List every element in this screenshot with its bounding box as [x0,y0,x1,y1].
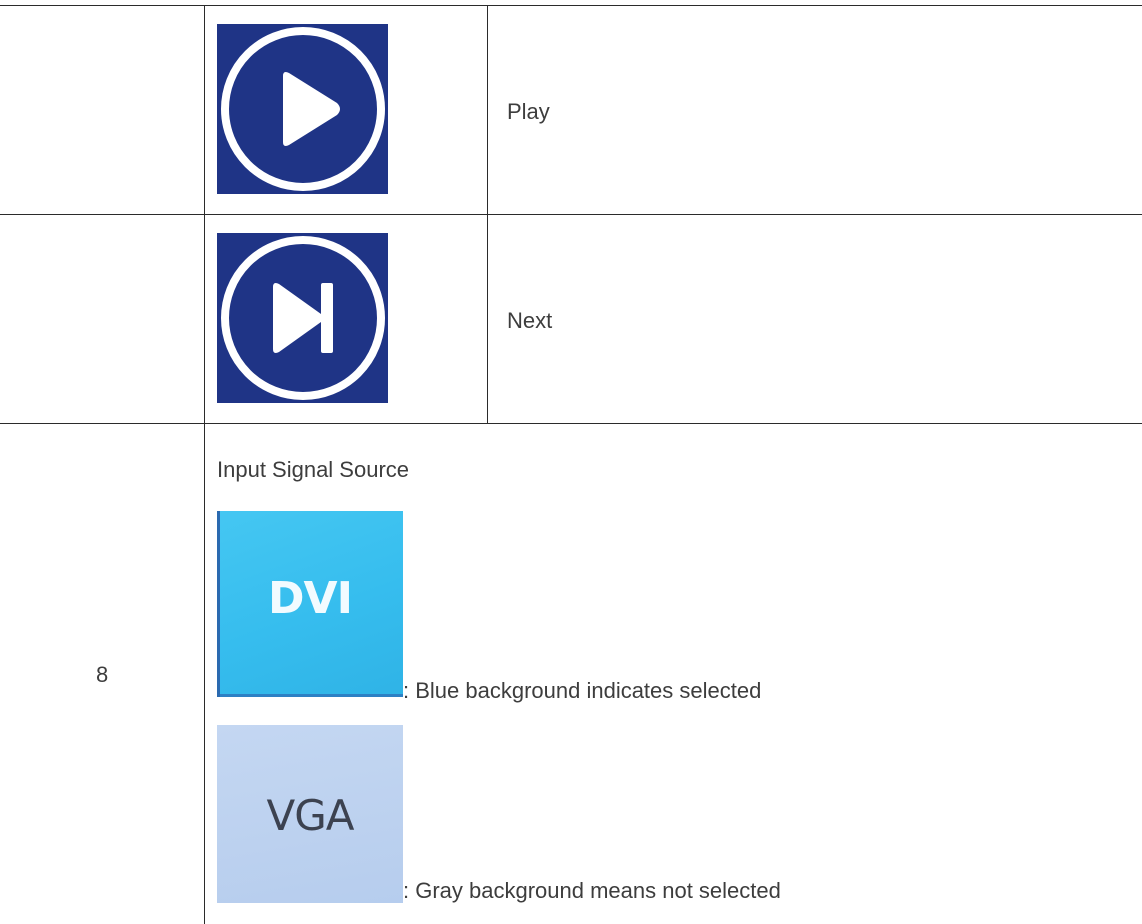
table-border-top [0,5,1142,6]
dvi-state-note: : Blue background indicates selected [403,678,762,703]
next-icon [217,233,388,403]
vga-source-button: VGA [217,725,403,903]
vga-state-note: : Gray background means not selected [403,878,781,903]
column-divider [204,5,205,924]
row-divider [0,214,1142,215]
description-next: Next [507,308,553,333]
column-divider [487,5,488,423]
description-play: Play [507,99,550,124]
vga-label: VGA [266,791,354,840]
play-circle-icon [217,24,388,194]
row-number: 8 [96,662,109,687]
dvi-source-button: DVI [217,511,403,697]
row-divider [0,423,1142,424]
next-track-circle-icon [217,233,388,403]
dvi-label: DVI [268,573,353,624]
input-signal-title: Input Signal Source [217,457,410,482]
play-icon [217,24,388,194]
instruction-table: Play Next 8 Input Signal Source DVI : Bl… [0,0,1142,924]
